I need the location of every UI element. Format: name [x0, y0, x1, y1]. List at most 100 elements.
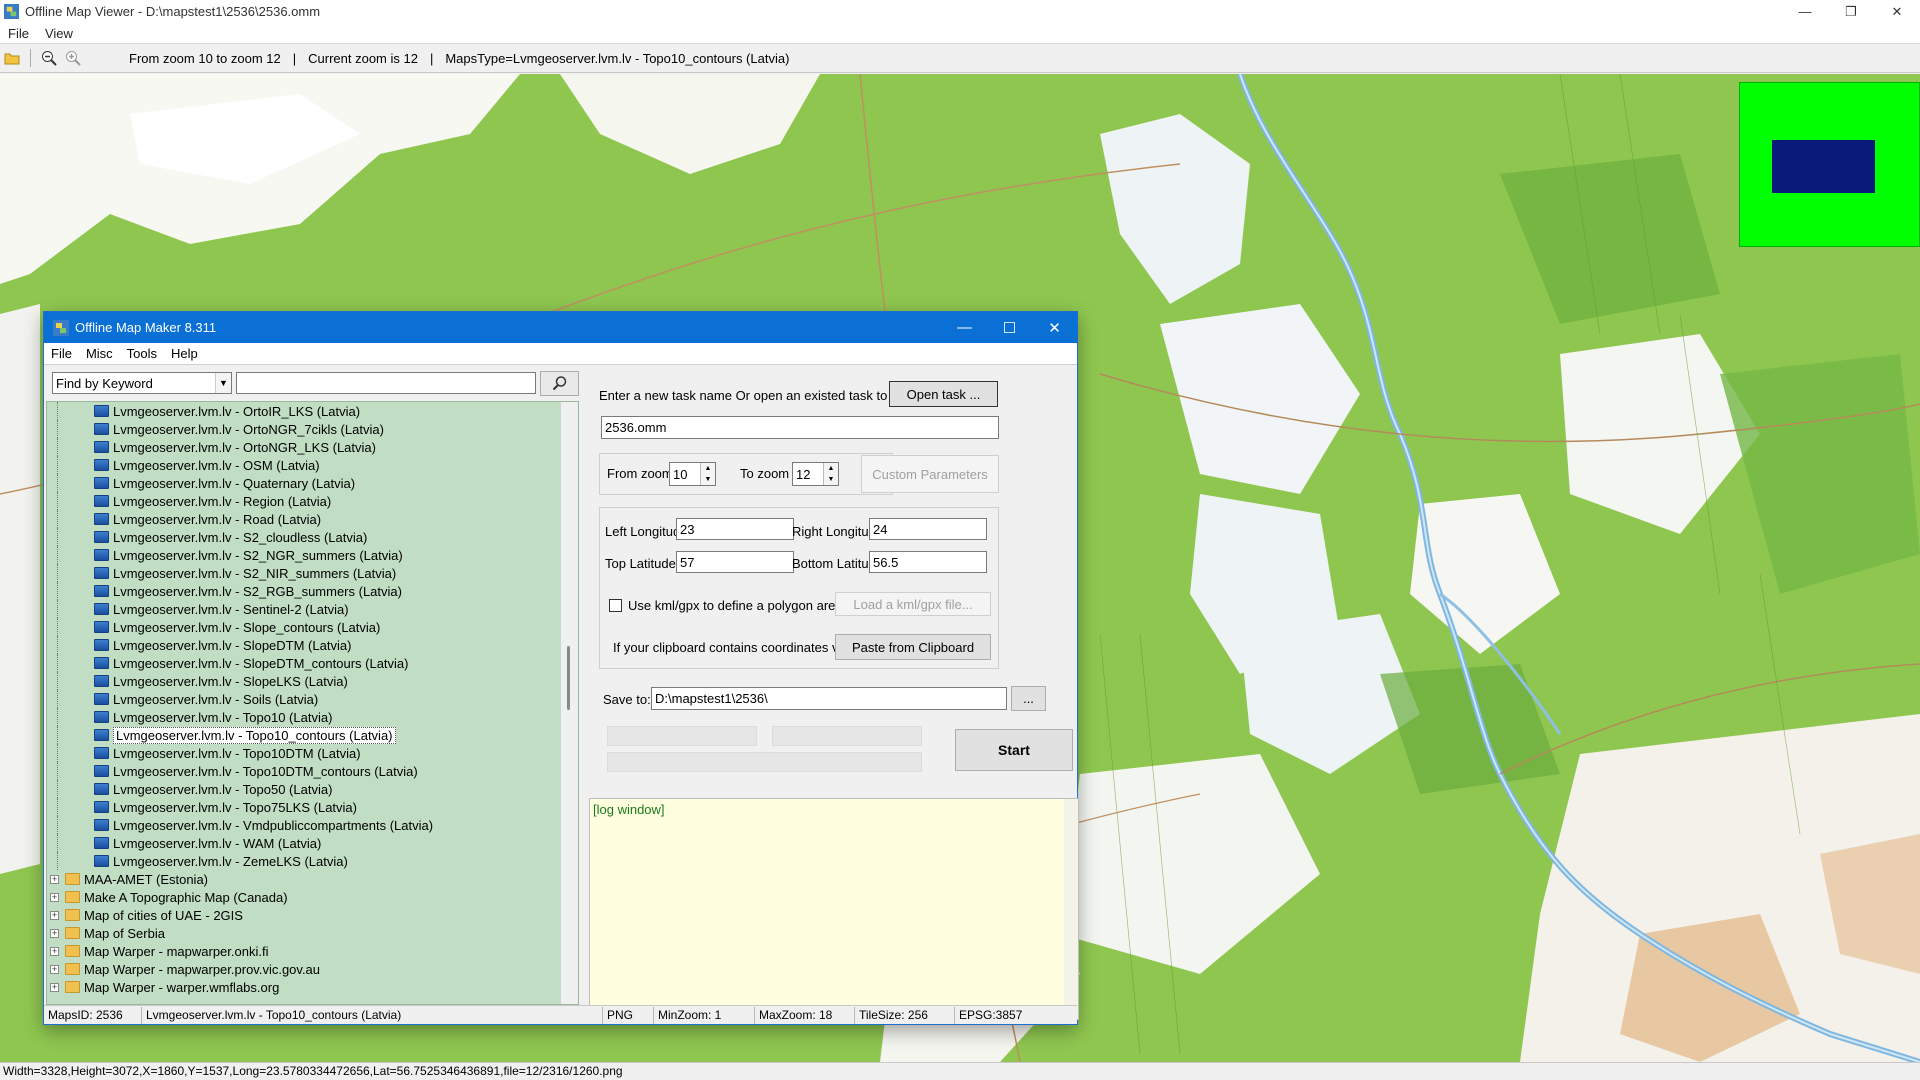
dialog-minimize-button[interactable]: —	[942, 312, 987, 343]
tree-item[interactable]: Lvmgeoserver.lvm.lv - ZemeLKS (Latvia)	[47, 852, 578, 870]
tree-item[interactable]: Lvmgeoserver.lvm.lv - Topo10DTM (Latvia)	[47, 744, 578, 762]
expand-plus-icon[interactable]: +	[50, 946, 59, 956]
search-input[interactable]	[236, 372, 536, 394]
folder-icon	[65, 945, 80, 957]
expand-plus-icon[interactable]: +	[50, 928, 59, 938]
close-button[interactable]: ✕	[1874, 0, 1920, 23]
paste-from-clipboard-button[interactable]: Paste from Clipboard	[835, 634, 991, 660]
tree-item[interactable]: Lvmgeoserver.lvm.lv - OrtoIR_LKS (Latvia…	[47, 402, 578, 420]
maximize-button[interactable]: ❐	[1828, 0, 1874, 23]
tree-item[interactable]: Lvmgeoserver.lvm.lv - Slope_contours (La…	[47, 618, 578, 636]
tree-folder[interactable]: + MAA-AMET (Estonia)	[47, 870, 578, 888]
log-scrollbar[interactable]	[1064, 799, 1078, 1019]
dialog-menu-help[interactable]: Help	[171, 346, 198, 361]
load-kml-button[interactable]: Load a kml/gpx file...	[835, 592, 991, 616]
task-name-field[interactable]: 2536.omm	[601, 416, 999, 439]
tree-item[interactable]: Lvmgeoserver.lvm.lv - OrtoNGR_7cikls (La…	[47, 420, 578, 438]
tree-folder[interactable]: + Map of cities of UAE - 2GIS	[47, 906, 578, 924]
chevron-down-icon[interactable]: ▼	[215, 373, 231, 393]
menu-file[interactable]: File	[8, 26, 29, 41]
tree-item[interactable]: Lvmgeoserver.lvm.lv - Vmdpubliccompartme…	[47, 816, 578, 834]
tree-item[interactable]: Lvmgeoserver.lvm.lv - Quaternary (Latvia…	[47, 474, 578, 492]
to-zoom-spinner[interactable]: 12 ▲ ▼	[792, 462, 839, 486]
custom-parameters-button[interactable]: Custom Parameters	[861, 455, 999, 493]
tree-item[interactable]: Lvmgeoserver.lvm.lv - S2_cloudless (Latv…	[47, 528, 578, 546]
toolbar-info: From zoom 10 to zoom 12 | Current zoom i…	[129, 51, 789, 66]
expand-plus-icon[interactable]: +	[50, 874, 59, 884]
tree-folder-label: Make A Topographic Map (Canada)	[84, 889, 288, 905]
right-longitude-field[interactable]: 24	[869, 518, 987, 540]
search-icon	[552, 376, 566, 391]
dialog-close-button[interactable]: ✕	[1032, 312, 1077, 343]
tree-folder[interactable]: + Map Warper - warper.wmflabs.org	[47, 978, 578, 996]
tree-guide-line	[57, 438, 58, 456]
dialog-menu-file[interactable]: File	[51, 346, 72, 361]
tree-item[interactable]: Lvmgeoserver.lvm.lv - WAM (Latvia)	[47, 834, 578, 852]
tree-item[interactable]: Lvmgeoserver.lvm.lv - SlopeDTM_contours …	[47, 654, 578, 672]
spinner-arrows-icon[interactable]: ▲ ▼	[823, 463, 838, 485]
expand-plus-icon[interactable]: +	[50, 982, 59, 992]
map-source-icon	[94, 567, 109, 579]
tree-item[interactable]: Lvmgeoserver.lvm.lv - Topo10DTM_contours…	[47, 762, 578, 780]
menu-view[interactable]: View	[45, 26, 73, 41]
tree-folder-label: Map Warper - mapwarper.prov.vic.gov.au	[84, 961, 321, 977]
tree-item[interactable]: Lvmgeoserver.lvm.lv - Region (Latvia)	[47, 492, 578, 510]
dialog-menu-misc[interactable]: Misc	[86, 346, 113, 361]
tree-item[interactable]: Lvmgeoserver.lvm.lv - Topo50 (Latvia)	[47, 780, 578, 798]
dialog-maximize-button[interactable]: ☐	[987, 312, 1032, 343]
tree-item[interactable]: Lvmgeoserver.lvm.lv - Soils (Latvia)	[47, 690, 578, 708]
expand-plus-icon[interactable]: +	[50, 964, 59, 974]
map-source-icon	[94, 693, 109, 705]
dialog-menu-tools[interactable]: Tools	[127, 346, 157, 361]
tree-item[interactable]: Lvmgeoserver.lvm.lv - OSM (Latvia)	[47, 456, 578, 474]
bottom-latitude-field[interactable]: 56.5	[869, 551, 987, 573]
start-button[interactable]: Start	[955, 729, 1073, 771]
tree-item-label: Lvmgeoserver.lvm.lv - Vmdpubliccompartme…	[113, 817, 434, 833]
tree-item[interactable]: Lvmgeoserver.lvm.lv - SlopeDTM (Latvia)	[47, 636, 578, 654]
zoom-out-icon[interactable]	[37, 46, 61, 70]
from-zoom-spinner[interactable]: 10 ▲ ▼	[669, 462, 716, 486]
tree-item[interactable]: Lvmgeoserver.lvm.lv - Topo10 (Latvia)	[47, 708, 578, 726]
expand-plus-icon[interactable]: +	[50, 892, 59, 902]
tree-item[interactable]: Lvmgeoserver.lvm.lv - Road (Latvia)	[47, 510, 578, 528]
tree-item[interactable]: Lvmgeoserver.lvm.lv - Sentinel-2 (Latvia…	[47, 600, 578, 618]
expand-plus-icon[interactable]: +	[50, 910, 59, 920]
tree-folder[interactable]: + Make A Topographic Map (Canada)	[47, 888, 578, 906]
minimize-button[interactable]: —	[1782, 0, 1828, 23]
folder-icon	[65, 981, 80, 993]
tree-item[interactable]: Lvmgeoserver.lvm.lv - S2_RGB_summers (La…	[47, 582, 578, 600]
left-longitude-field[interactable]: 23	[676, 518, 794, 540]
open-task-button[interactable]: Open task ...	[889, 381, 998, 407]
tree-folder[interactable]: + Map Warper - mapwarper.prov.vic.gov.au	[47, 960, 578, 978]
save-to-label: Save to:	[603, 692, 651, 707]
map-source-icon	[94, 441, 109, 453]
save-path-field[interactable]: D:\mapstest1\2536\	[651, 687, 1007, 710]
open-folder-icon[interactable]	[0, 46, 24, 70]
map-source-icon	[94, 801, 109, 813]
top-latitude-field[interactable]: 57	[676, 551, 794, 573]
tree-scrollbar[interactable]	[561, 402, 578, 1004]
map-source-icon	[94, 639, 109, 651]
map-source-tree[interactable]: Lvmgeoserver.lvm.lv - OrtoIR_LKS (Latvia…	[46, 401, 579, 1005]
tree-item[interactable]: Lvmgeoserver.lvm.lv - SlopeLKS (Latvia)	[47, 672, 578, 690]
tree-item[interactable]: Lvmgeoserver.lvm.lv - OrtoNGR_LKS (Latvi…	[47, 438, 578, 456]
log-window[interactable]: [log window]	[589, 798, 1079, 1020]
overview-viewport-rect[interactable]	[1772, 140, 1875, 193]
search-button[interactable]	[540, 370, 579, 396]
spinner-arrows-icon[interactable]: ▲ ▼	[700, 463, 715, 485]
folder-icon	[65, 891, 80, 903]
tree-item[interactable]: Lvmgeoserver.lvm.lv - Topo10_contours (L…	[47, 726, 578, 744]
tree-folder[interactable]: + Map of Serbia	[47, 924, 578, 942]
tree-guide-line	[57, 510, 58, 528]
tree-item[interactable]: Lvmgeoserver.lvm.lv - S2_NIR_summers (La…	[47, 564, 578, 582]
tree-scrollbar-thumb[interactable]	[567, 646, 570, 710]
overview-minimap[interactable]	[1739, 82, 1920, 247]
browse-button[interactable]: ...	[1011, 686, 1046, 711]
tree-item[interactable]: Lvmgeoserver.lvm.lv - S2_NGR_summers (La…	[47, 546, 578, 564]
tree-item[interactable]: Lvmgeoserver.lvm.lv - Topo75LKS (Latvia)	[47, 798, 578, 816]
zoom-in-icon[interactable]	[61, 46, 85, 70]
tree-folder[interactable]: + Map Warper - mapwarper.onki.fi	[47, 942, 578, 960]
kml-polygon-checkbox[interactable]	[609, 599, 622, 612]
dialog-titlebar: Offline Map Maker 8.311 — ☐ ✕	[44, 312, 1077, 343]
search-mode-dropdown[interactable]: Find by Keyword ▼	[52, 372, 232, 394]
